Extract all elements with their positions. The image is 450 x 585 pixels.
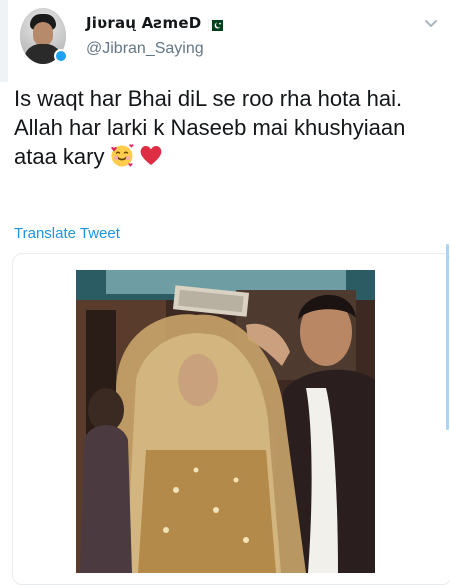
thread-rule — [0, 0, 8, 82]
tweet-text-line-2-text: Allah har larki k Naseeb mai khushyiaan … — [14, 115, 406, 169]
pakistan-flag-icon — [208, 18, 224, 31]
verified-badge-icon — [54, 49, 68, 63]
author-display-name[interactable]: Jiʋraų AƨmeD — [86, 14, 201, 32]
smiling-face-with-hearts-emoji — [110, 144, 134, 167]
red-heart-emoji — [140, 145, 161, 165]
author-name-row[interactable]: Jiʋraų AƨmeD — [86, 14, 224, 32]
author-handle[interactable]: @Jibran_Saying — [86, 40, 204, 58]
tweet-text: Is waqt har Bhai diL se roo rha hota hai… — [14, 84, 434, 171]
chevron-down-icon[interactable] — [424, 16, 438, 27]
tweet-text-line-2: Allah har larki k Naseeb mai khushyiaan … — [14, 113, 434, 171]
tweet-text-line-1: Is waqt har Bhai diL se roo rha hota hai… — [14, 86, 403, 111]
translate-tweet-link[interactable]: Translate Tweet — [14, 225, 120, 242]
wedding-photo[interactable] — [76, 270, 375, 573]
scrollbar-thumb[interactable] — [446, 244, 449, 430]
tweet-card: Jiʋraų AƨmeD @Jibran_Saying Is waqt har … — [0, 0, 450, 585]
